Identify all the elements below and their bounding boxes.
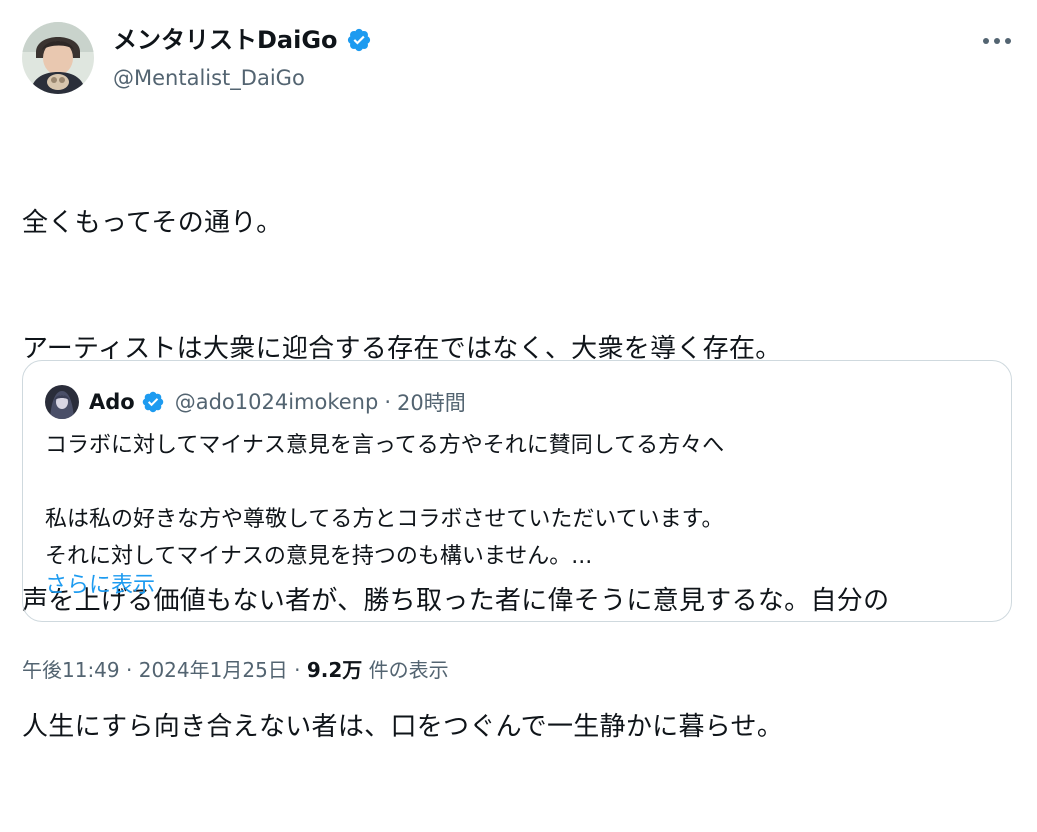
- author-name[interactable]: メンタリストDaiGo: [113, 22, 338, 58]
- author-avatar[interactable]: [22, 22, 94, 94]
- quoted-author-handle[interactable]: @ado1024imokenp: [175, 390, 379, 414]
- more-options-button[interactable]: [975, 26, 1019, 56]
- author-handle[interactable]: @Mentalist_DaiGo: [113, 62, 305, 94]
- quoted-avatar-image: [45, 385, 79, 419]
- quoted-timestamp[interactable]: 20時間: [397, 387, 466, 417]
- quoted-separator: ·: [384, 390, 392, 414]
- views-count[interactable]: 9.2万: [307, 658, 362, 682]
- quoted-text-line: コラボに対してマイナス意見を言ってる方やそれに賛同してる方々へ: [45, 433, 725, 458]
- quoted-tweet-header: Ado @ado1024imokenp · 20時間: [45, 385, 466, 419]
- show-more-link[interactable]: さらに表示: [45, 567, 155, 604]
- quoted-tweet-card[interactable]: Ado @ado1024imokenp · 20時間 コラボに対してマイナス意見…: [22, 360, 1012, 622]
- verified-badge-icon: [346, 27, 372, 53]
- tweet-date[interactable]: 2024年1月25日: [139, 658, 288, 682]
- quoted-author-avatar[interactable]: [45, 385, 79, 419]
- tweet-text-line: 全くもってその通り。: [22, 208, 283, 238]
- quoted-tweet-text: コラボに対してマイナス意見を言ってる方やそれに賛同してる方々へ 私は私の好きな方…: [45, 427, 995, 575]
- quoted-text-line: それに対してマイナスの意見を持つのも構いません。...: [45, 544, 593, 569]
- meta-separator: ·: [287, 658, 307, 682]
- tweet-meta-row: 午後11:49 · 2024年1月25日 · 9.2万 件の表示: [22, 654, 449, 686]
- quoted-text-blank-line: [45, 464, 995, 501]
- quoted-text-line: 私は私の好きな方や尊敬してる方とコラボさせていただいています。: [45, 507, 724, 532]
- tweet-time[interactable]: 午後11:49: [22, 658, 120, 682]
- meta-separator: ·: [119, 658, 139, 682]
- author-name-row[interactable]: メンタリストDaiGo: [113, 22, 372, 58]
- tweet-container: メンタリストDaiGo @Mentalist_DaiGo 全くもってその通り。 …: [0, 0, 1037, 742]
- views-label[interactable]: 件の表示: [362, 658, 449, 682]
- more-dots-icon: [983, 38, 1011, 44]
- tweet-text-line: 人生にすら向き合えない者は、口をつぐんで一生静かに暮らせ。: [22, 712, 784, 742]
- avatar-image: [22, 22, 94, 94]
- quoted-author-name[interactable]: Ado: [89, 390, 135, 414]
- verified-badge-icon: [141, 390, 165, 414]
